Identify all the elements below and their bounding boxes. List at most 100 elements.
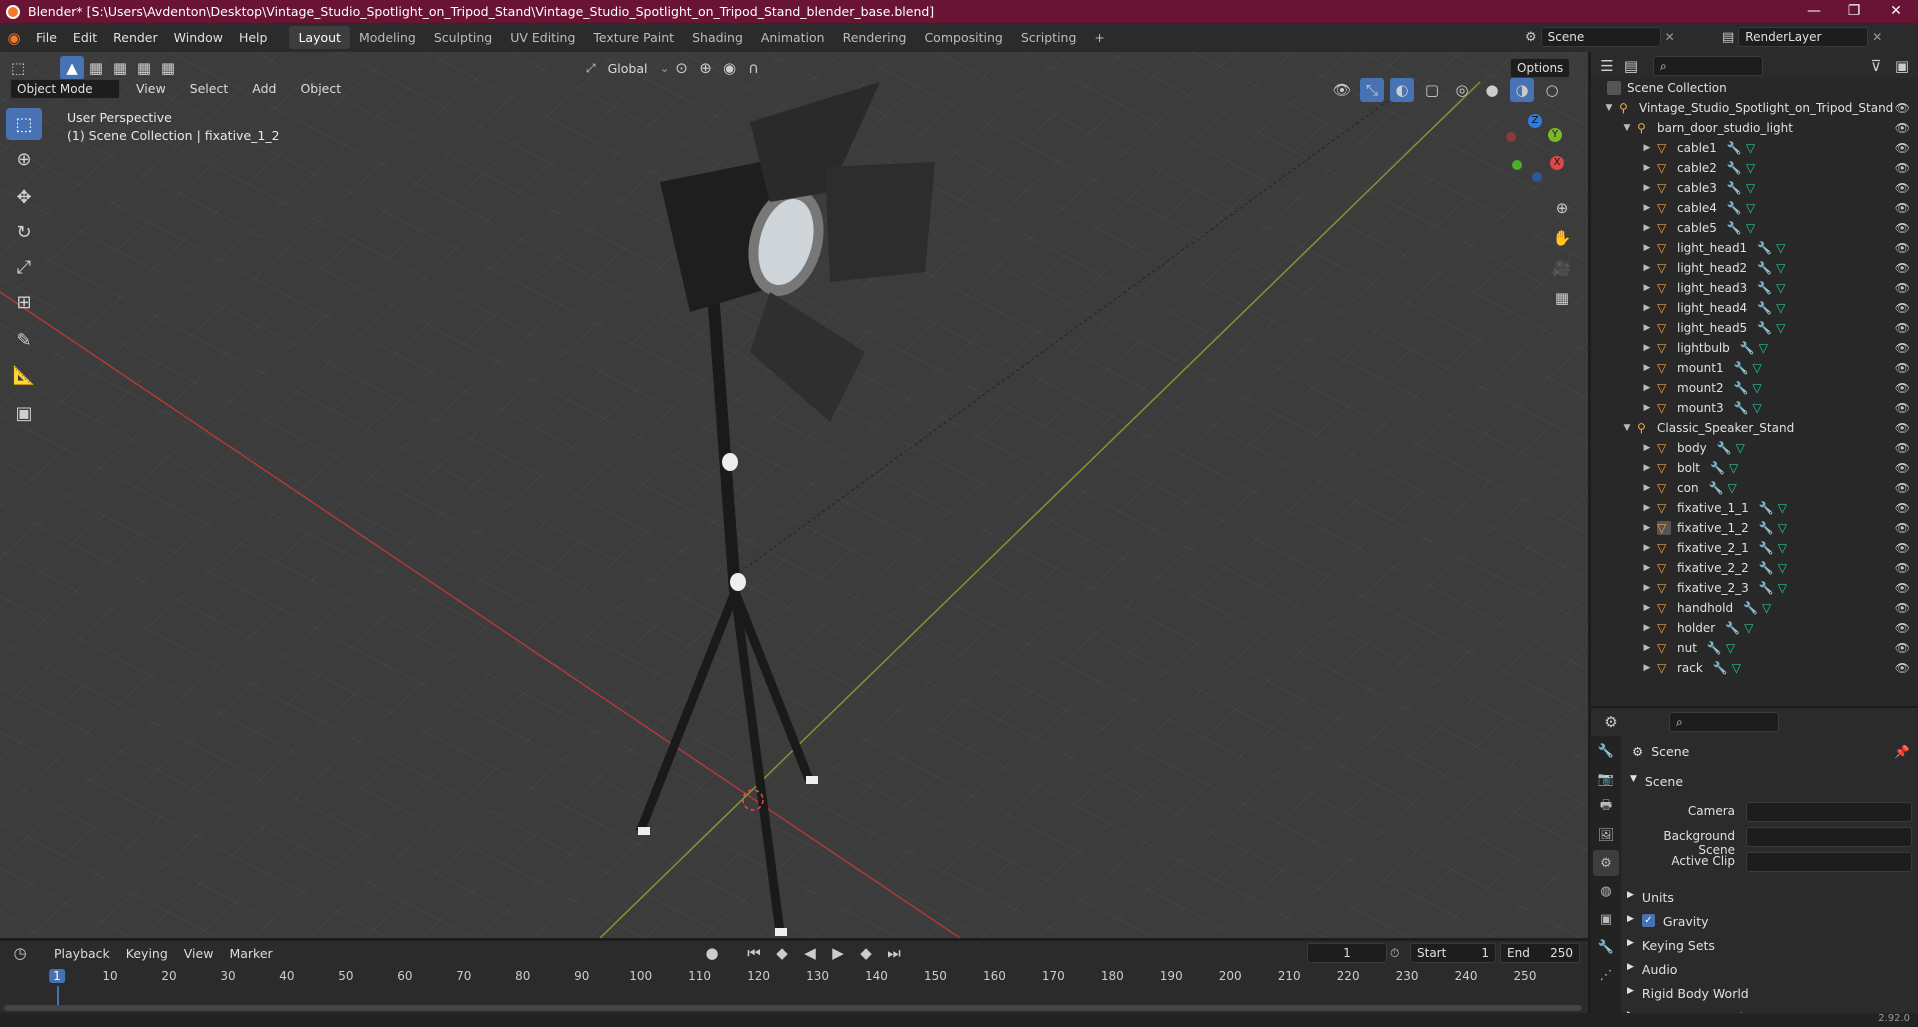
- mesh-data-icon[interactable]: ▽: [1776, 301, 1785, 315]
- next-keyframe-icon[interactable]: ◆: [854, 941, 878, 965]
- menu-file[interactable]: File: [28, 30, 65, 45]
- scene-icon[interactable]: ⚙: [1525, 30, 1537, 45]
- annotate-tool-icon[interactable]: ✎: [6, 324, 42, 356]
- render-tab-icon[interactable]: 📷: [1593, 766, 1619, 792]
- modifier-icon[interactable]: 🔧: [1759, 501, 1774, 515]
- expand-arrow-icon[interactable]: ▶: [1641, 623, 1653, 633]
- eye-icon[interactable]: 👁: [1895, 461, 1910, 475]
- material-shading-icon[interactable]: ◑: [1510, 78, 1534, 102]
- expand-arrow-icon[interactable]: ▶: [1641, 443, 1653, 453]
- outliner-item[interactable]: ▶ ▽ light_head3 🔧 ▽ 👁: [1591, 278, 1918, 298]
- expand-arrow-icon[interactable]: ▶: [1641, 203, 1653, 213]
- eye-icon[interactable]: 👁: [1895, 221, 1910, 235]
- rendered-shading-icon[interactable]: ○: [1540, 78, 1564, 102]
- properties-section[interactable]: ▶ ✓ Gravity: [1627, 914, 1709, 929]
- tab-texture-paint[interactable]: Texture Paint: [584, 26, 683, 49]
- modifier-icon[interactable]: 🔧: [1740, 341, 1755, 355]
- modifier-icon[interactable]: 🔧: [1757, 321, 1772, 335]
- mesh-data-icon[interactable]: ▽: [1762, 601, 1771, 615]
- eye-icon[interactable]: 👁: [1895, 541, 1910, 555]
- timeline-scrollbar[interactable]: [4, 1005, 1582, 1011]
- play-reverse-icon[interactable]: ◀: [798, 941, 822, 965]
- mesh-data-icon[interactable]: ▽: [1778, 521, 1787, 535]
- collapse-arrow-icon[interactable]: ▼: [1621, 123, 1633, 133]
- end-frame-field[interactable]: End 250: [1500, 943, 1580, 963]
- eye-icon[interactable]: 👁: [1895, 301, 1910, 315]
- tab-layout[interactable]: Layout: [289, 26, 350, 49]
- tool-tab-icon[interactable]: 🔧: [1593, 738, 1619, 764]
- falloff-icon[interactable]: ∩: [742, 56, 766, 80]
- timeline-editor-icon[interactable]: ◷: [8, 941, 32, 965]
- outliner-item[interactable]: ▶ ▽ bolt 🔧 ▽ 👁: [1591, 458, 1918, 478]
- menu-add[interactable]: Add: [244, 78, 284, 99]
- mesh-data-icon[interactable]: ▽: [1753, 361, 1762, 375]
- mesh-data-icon[interactable]: ▽: [1746, 161, 1755, 175]
- outliner-item[interactable]: ▶ ▽ handhold 🔧 ▽ 👁: [1591, 598, 1918, 618]
- properties-section[interactable]: ▶ Units: [1627, 890, 1674, 905]
- particles-tab-icon[interactable]: ⋰: [1593, 962, 1619, 988]
- expand-arrow-icon[interactable]: ▶: [1641, 263, 1653, 273]
- modifier-icon[interactable]: 🔧: [1759, 581, 1774, 595]
- xray-icon[interactable]: ▢: [1420, 78, 1444, 102]
- current-frame-field[interactable]: 1: [1307, 943, 1387, 963]
- move-tool-icon[interactable]: ✥: [6, 181, 42, 213]
- mesh-data-icon[interactable]: ▽: [1744, 621, 1753, 635]
- mesh-data-icon[interactable]: ▽: [1778, 581, 1787, 595]
- close-button[interactable]: ✕: [1876, 0, 1916, 23]
- outliner-item[interactable]: ▶ ▽ cable1 🔧 ▽ 👁: [1591, 138, 1918, 158]
- overlay-toggle-icon[interactable]: ◐: [1390, 78, 1414, 102]
- gizmo-x-axis[interactable]: X: [1550, 156, 1564, 170]
- camera-view-icon[interactable]: 🎥: [1550, 256, 1574, 280]
- pivot-point-icon[interactable]: ⊙: [670, 56, 694, 80]
- eye-icon[interactable]: 👁: [1895, 341, 1910, 355]
- outliner-item[interactable]: ▶ ▽ light_head1 🔧 ▽ 👁: [1591, 238, 1918, 258]
- outliner-item[interactable]: ▶ ▽ light_head4 🔧 ▽ 👁: [1591, 298, 1918, 318]
- jump-start-icon[interactable]: ⏮: [742, 941, 766, 965]
- mesh-data-icon[interactable]: ▽: [1728, 481, 1737, 495]
- wireframe-shading-icon[interactable]: ◎: [1450, 78, 1474, 102]
- properties-search-input[interactable]: ⌕: [1669, 712, 1779, 732]
- properties-section[interactable]: ▶ Rigid Body World: [1627, 986, 1749, 1001]
- expand-arrow-icon[interactable]: ▶: [1641, 463, 1653, 473]
- modifier-icon[interactable]: 🔧: [1710, 461, 1725, 475]
- display-mode-icon[interactable]: ▤: [1619, 54, 1643, 78]
- visibility-icon[interactable]: 👁: [1330, 78, 1354, 102]
- mesh-data-icon[interactable]: ▽: [1726, 641, 1735, 655]
- modifier-icon[interactable]: 🔧: [1707, 641, 1722, 655]
- outliner-group[interactable]: ▼ ⚲ barn_door_studio_light 👁: [1591, 118, 1918, 138]
- menu-render[interactable]: Render: [105, 30, 166, 45]
- outliner-item[interactable]: ▶ ▽ fixative_2_3 🔧 ▽ 👁: [1591, 578, 1918, 598]
- stopwatch-icon[interactable]: ⏱: [1390, 946, 1399, 961]
- eye-icon[interactable]: 👁: [1895, 661, 1910, 675]
- expand-arrow-icon[interactable]: ▶: [1641, 663, 1653, 673]
- modifier-icon[interactable]: 🔧: [1759, 541, 1774, 555]
- properties-editor-icon[interactable]: ⚙: [1599, 710, 1623, 734]
- expand-arrow-icon[interactable]: ▶: [1641, 363, 1653, 373]
- expand-arrow-icon[interactable]: ▶: [1641, 483, 1653, 493]
- eye-icon[interactable]: 👁: [1895, 281, 1910, 295]
- gravity-checkbox[interactable]: ✓: [1641, 914, 1655, 927]
- pan-hand-icon[interactable]: ✋: [1550, 226, 1574, 250]
- modifier-icon[interactable]: 🔧: [1757, 241, 1772, 255]
- render-layer-icon[interactable]: ▤: [1722, 30, 1734, 45]
- outliner-item[interactable]: ▶ ▽ light_head2 🔧 ▽ 👁: [1591, 258, 1918, 278]
- properties-section[interactable]: ▶ Keying Sets: [1627, 938, 1715, 953]
- outliner-editor-icon[interactable]: ☰: [1595, 54, 1619, 78]
- menu-keying[interactable]: Keying: [118, 943, 176, 964]
- menu-help[interactable]: Help: [231, 30, 276, 45]
- expand-arrow-icon[interactable]: ▶: [1641, 143, 1653, 153]
- expand-arrow-icon[interactable]: ▶: [1641, 523, 1653, 533]
- scene-selector[interactable]: Scene: [1540, 27, 1661, 47]
- 3d-viewport[interactable]: [0, 52, 1588, 938]
- eye-icon[interactable]: 👁: [1895, 141, 1910, 155]
- outliner-item[interactable]: ▶ ▽ fixative_1_1 🔧 ▽ 👁: [1591, 498, 1918, 518]
- outliner-item[interactable]: ▶ ▽ nut 🔧 ▽ 👁: [1591, 638, 1918, 658]
- zoom-icon[interactable]: ⊕: [1550, 196, 1574, 220]
- expand-arrow-icon[interactable]: ▶: [1641, 563, 1653, 573]
- active-clip-field[interactable]: [1746, 852, 1912, 872]
- add-workspace-button[interactable]: +: [1085, 26, 1113, 49]
- close-icon[interactable]: ✕: [1872, 30, 1882, 44]
- tab-sculpting[interactable]: Sculpting: [425, 26, 501, 49]
- prev-keyframe-icon[interactable]: ◆: [770, 941, 794, 965]
- record-icon[interactable]: ●: [700, 941, 724, 965]
